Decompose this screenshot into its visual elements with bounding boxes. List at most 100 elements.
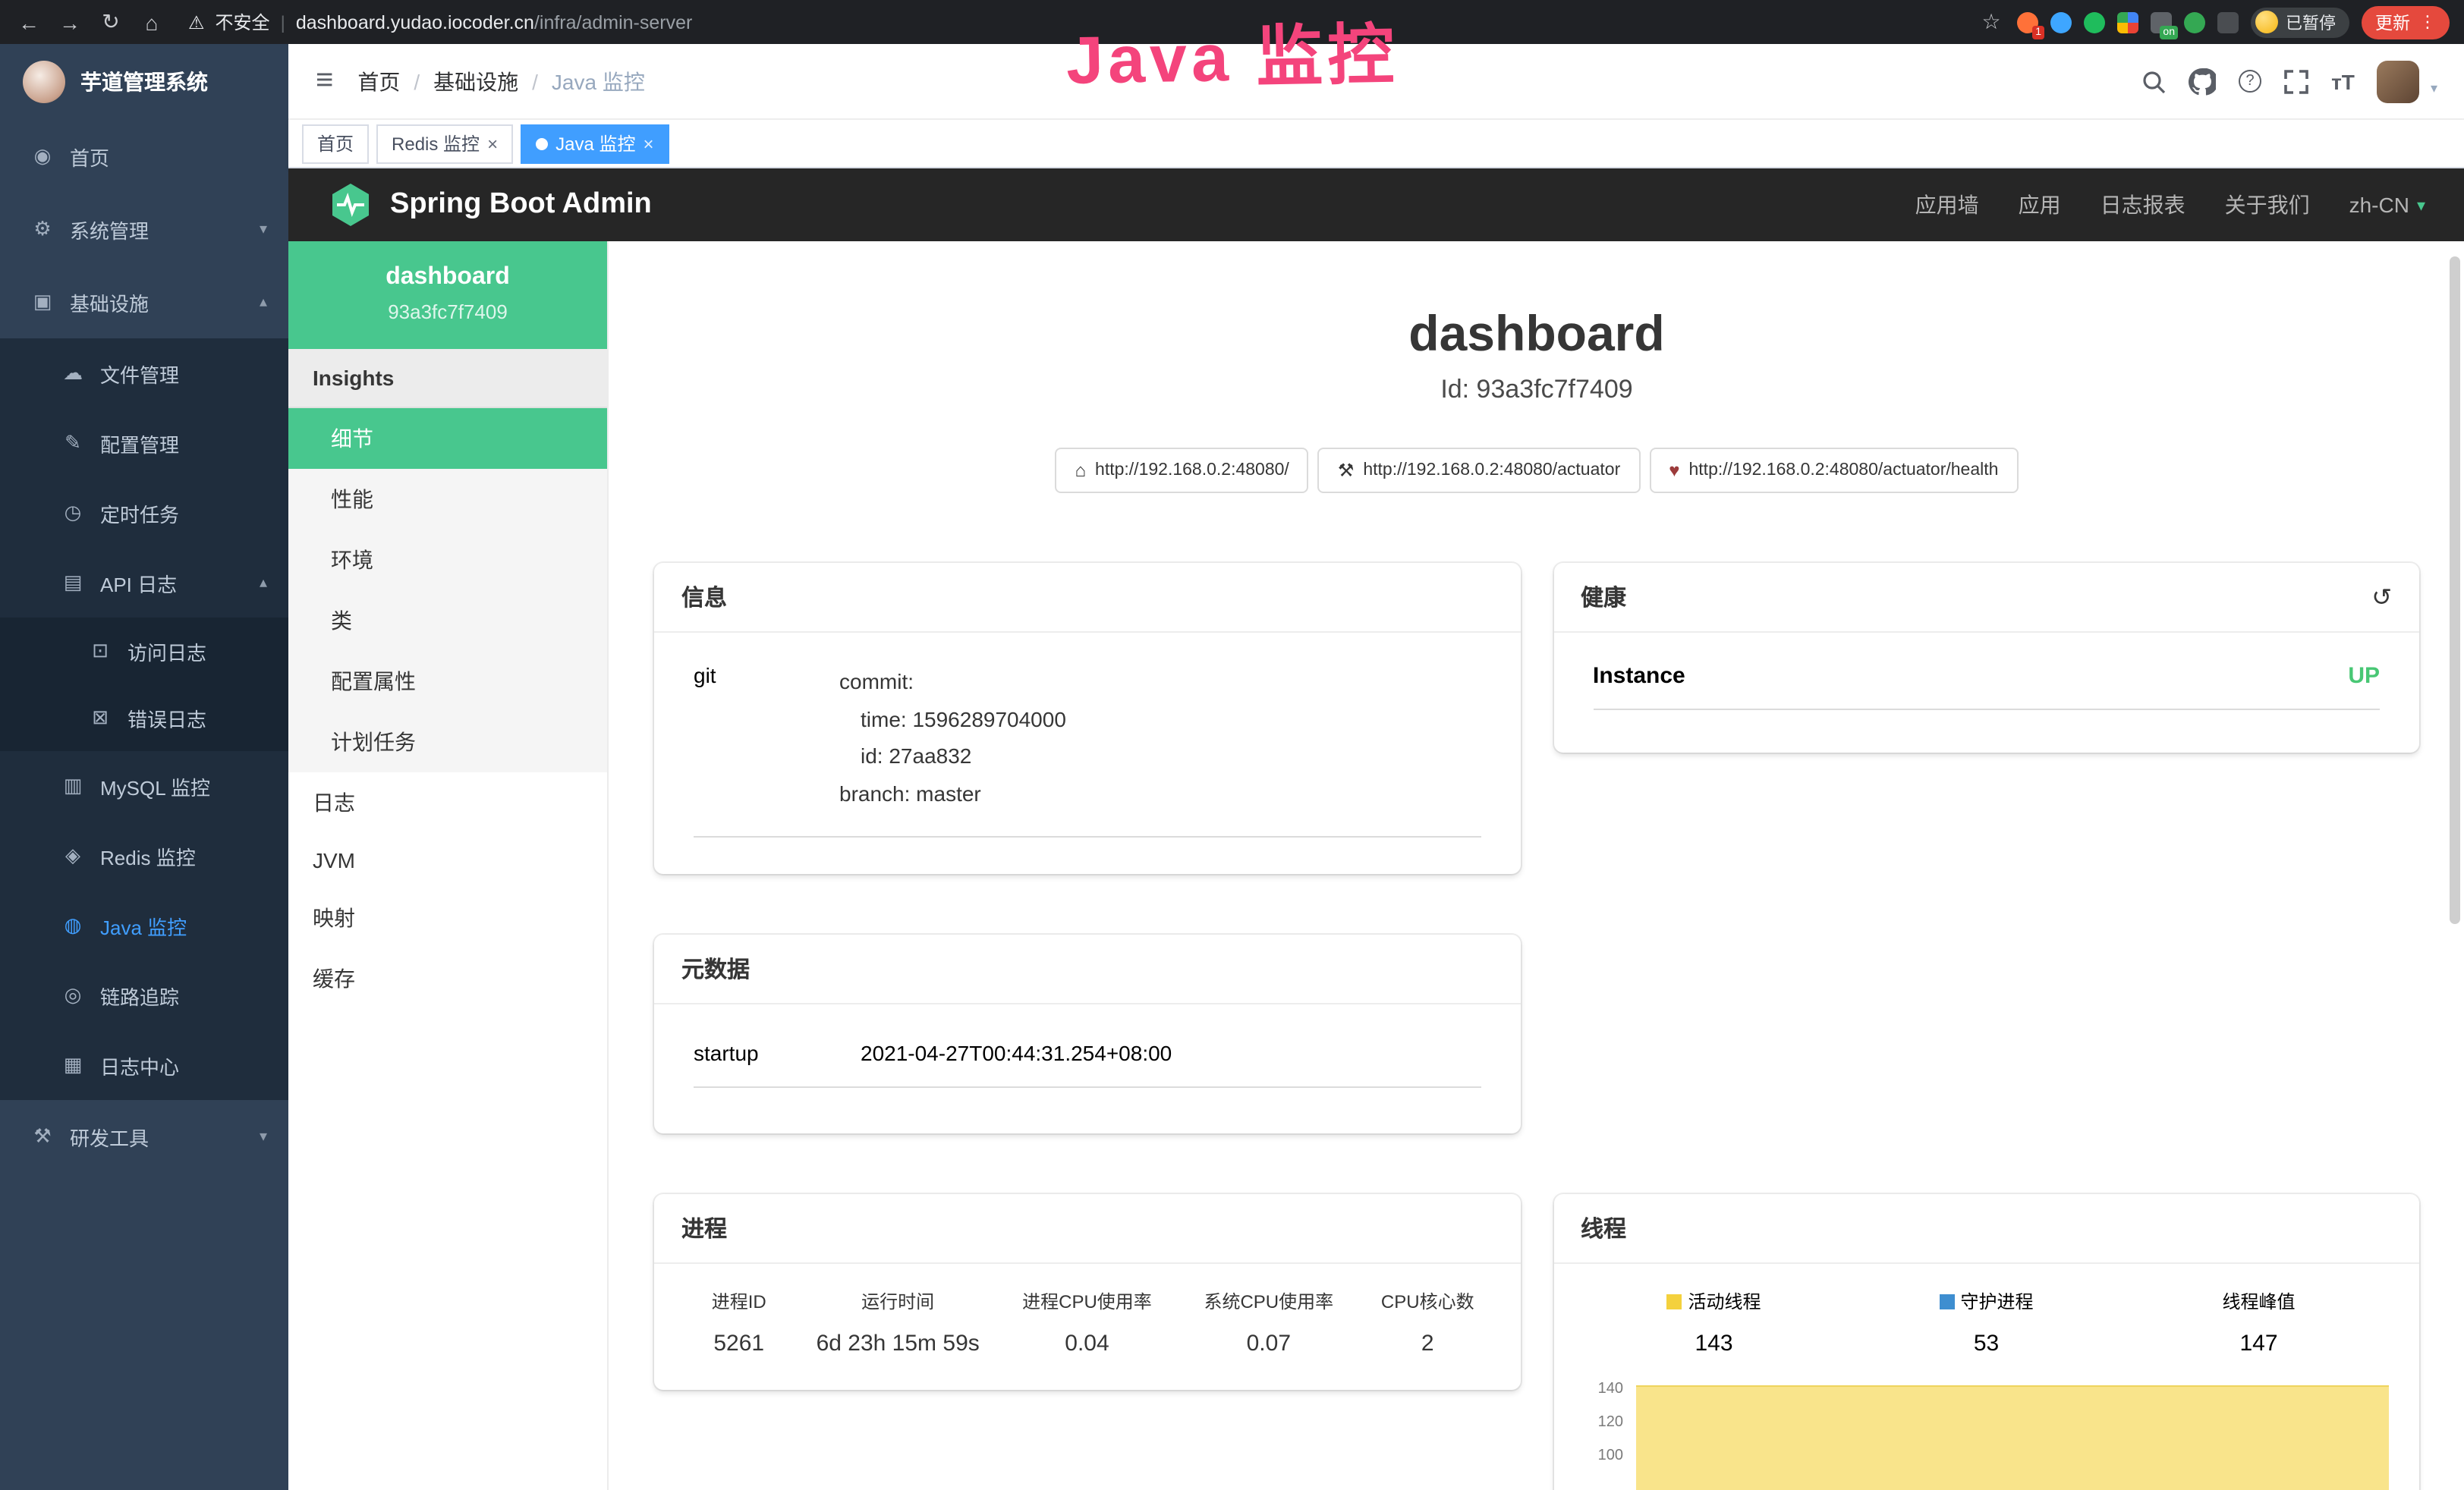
sba-item-metrics[interactable]: 性能: [288, 469, 607, 530]
search-icon[interactable]: [2141, 69, 2166, 93]
gear-icon: ⚙: [30, 217, 55, 241]
info-row-git: git commit: time: 1596289704000 id: 27aa…: [694, 663, 1481, 838]
address-bar[interactable]: ⚠ 不安全 | dashboard.yudao.iocoder.cn/infra…: [188, 9, 1964, 35]
git-commit-line: commit:: [839, 663, 1481, 700]
font-size-icon[interactable]: тT: [2331, 69, 2355, 93]
git-branch-line: branch: master: [839, 775, 1481, 812]
sba-nav-links: 应用墙 应用 日志报表 关于我们 zh-CN ▾: [1915, 190, 2425, 220]
sidebar-item-access-log[interactable]: ⊡ 访问日志: [0, 618, 288, 684]
sidebar-item-error-log[interactable]: ⊠ 错误日志: [0, 684, 288, 751]
url-path: /infra/admin-server: [534, 12, 692, 33]
daemon-threads-value: 53: [1850, 1331, 2123, 1356]
sidebar-item-log-center[interactable]: ▦ 日志中心: [0, 1030, 288, 1100]
browser-menu-icon[interactable]: ⋮: [2419, 12, 2436, 32]
extension-grid-icon[interactable]: [2117, 11, 2138, 33]
chevron-up-icon: ▴: [260, 294, 267, 310]
sba-app-header[interactable]: dashboard 93a3fc7f7409: [288, 241, 607, 349]
tab-home[interactable]: 首页: [302, 124, 369, 163]
reload-icon[interactable]: ↻: [97, 9, 124, 35]
sidebar-item-scheduled-jobs[interactable]: ◷ 定时任务: [0, 478, 288, 548]
sba-item-environment[interactable]: 环境: [288, 530, 607, 590]
user-avatar[interactable]: [2377, 60, 2420, 102]
sba-item-details[interactable]: 细节: [288, 408, 607, 469]
health-row-instance[interactable]: Instance UP: [1593, 663, 2380, 710]
close-icon[interactable]: ×: [487, 133, 498, 154]
sidebar-item-mysql-monitor[interactable]: ▥ MySQL 监控: [0, 751, 288, 821]
sidebar-item-system[interactable]: ⚙ 系统管理 ▾: [0, 193, 288, 266]
tab-java-monitor[interactable]: Java 监控 ×: [521, 124, 669, 163]
sidebar-item-home[interactable]: ◉ 首页: [0, 120, 288, 193]
home-icon[interactable]: ⌂: [138, 10, 165, 34]
sba-brand[interactable]: Spring Boot Admin: [328, 182, 652, 228]
process-headers: 进程ID 运行时间 进程CPU使用率 系统CPU使用率 CPU核心数: [678, 1288, 1496, 1314]
scrollbar[interactable]: [2450, 256, 2460, 924]
extension-leaf-icon[interactable]: [2184, 11, 2205, 33]
language-select[interactable]: zh-CN ▾: [2349, 193, 2425, 217]
extension-switch-icon[interactable]: on: [2151, 11, 2172, 33]
update-button[interactable]: 更新 ⋮: [2362, 5, 2450, 39]
card-title: 线程: [1553, 1194, 2419, 1264]
info-card-title: 信息: [681, 581, 727, 613]
y-tick: 120: [1598, 1414, 1623, 1431]
sba-item-classes[interactable]: 类: [288, 590, 607, 651]
close-icon[interactable]: ×: [643, 133, 653, 154]
sidebar-item-infra[interactable]: ▣ 基础设施 ▴: [0, 266, 288, 338]
sba-item-jvm[interactable]: JVM: [288, 833, 607, 888]
service-url-button[interactable]: ⌂ http://192.168.0.2:48080/: [1056, 448, 1309, 493]
extension-puzzle-icon[interactable]: [2217, 11, 2239, 33]
profile-paused-chip[interactable]: 已暂停: [2251, 7, 2349, 37]
sidebar-item-trace[interactable]: ◎ 链路追踪: [0, 960, 288, 1030]
sba-item-logs[interactable]: 日志: [288, 772, 607, 833]
sidebar-item-file-manage[interactable]: ☁ 文件管理: [0, 338, 288, 408]
sba-navbar: Spring Boot Admin 应用墙 应用 日志报表 关于我们 zh-CN…: [288, 168, 2464, 241]
sidebar-item-api-log[interactable]: ▤ API 日志 ▴: [0, 548, 288, 618]
breadcrumb-infra[interactable]: 基础设施: [433, 66, 518, 96]
sidebar-item-config-manage[interactable]: ✎ 配置管理: [0, 408, 288, 478]
sba-item-caches[interactable]: 缓存: [288, 948, 607, 1009]
redis-icon: ◈: [61, 844, 85, 868]
security-warning-icon: ⚠: [188, 11, 205, 33]
bookmark-star-icon[interactable]: ☆: [1978, 9, 2005, 35]
app-logo[interactable]: 芋道管理系统: [0, 44, 288, 120]
tab-label: Redis 监控: [392, 130, 480, 156]
yellow-swatch-icon: [1666, 1294, 1682, 1309]
sba-item-mappings[interactable]: 映射: [288, 888, 607, 948]
back-icon[interactable]: ←: [15, 10, 42, 34]
error-page-icon: ⊠: [88, 706, 112, 730]
sba-item-scheduled-tasks[interactable]: 计划任务: [288, 712, 607, 772]
hamburger-icon[interactable]: ≡: [316, 64, 333, 99]
process-cpu: 0.04: [996, 1331, 1178, 1356]
health-card-title: 健康: [1581, 581, 1626, 613]
fullscreen-icon[interactable]: [2284, 69, 2308, 93]
help-icon[interactable]: ?: [2239, 70, 2261, 93]
history-icon[interactable]: ↺: [2371, 582, 2392, 612]
forward-icon[interactable]: →: [56, 10, 83, 34]
question-mark: ?: [2239, 70, 2261, 93]
breadcrumb-home[interactable]: 首页: [357, 66, 400, 96]
sba-nav-journal[interactable]: 日志报表: [2101, 190, 2186, 220]
legend-peak-threads: 线程峰值: [2123, 1288, 2395, 1314]
metadata-row-startup: startup 2021-04-27T00:44:31.254+08:00: [694, 1041, 1481, 1088]
sidebar-item-java-monitor[interactable]: ◍ Java 监控: [0, 891, 288, 960]
sidebar-item-redis-monitor[interactable]: ◈ Redis 监控: [0, 821, 288, 891]
app-title: 芋道管理系统: [80, 67, 208, 97]
extension-drop-icon[interactable]: [2050, 11, 2072, 33]
extension-fox-icon[interactable]: 1: [2017, 11, 2038, 33]
sba-nav-wallboard[interactable]: 应用墙: [1915, 190, 1979, 220]
health-url-button[interactable]: ♥ http://192.168.0.2:48080/actuator/heal…: [1649, 448, 2018, 493]
chevron-down-icon: ▾: [260, 1128, 267, 1145]
sba-nav-about[interactable]: 关于我们: [2225, 190, 2310, 220]
github-icon[interactable]: [2189, 68, 2216, 95]
page-url: dashboard.yudao.iocoder.cn/infra/admin-s…: [296, 11, 693, 33]
sba-item-config-props[interactable]: 配置属性: [288, 651, 607, 712]
sidebar-item-devtools[interactable]: ⚒ 研发工具 ▾: [0, 1100, 288, 1173]
threads-card: 线程 活动线程 守护进程 线程峰值 143 53: [1553, 1194, 2419, 1490]
logo-avatar: [23, 61, 65, 103]
extension-green-circle-icon[interactable]: [2084, 11, 2105, 33]
tab-redis-monitor[interactable]: Redis 监控 ×: [376, 124, 513, 163]
active-threads-area: [1635, 1385, 2389, 1490]
paused-label: 已暂停: [2286, 10, 2336, 34]
actuator-url-button[interactable]: ⚒ http://192.168.0.2:48080/actuator: [1318, 448, 1640, 493]
threads-legend: 活动线程 守护进程 线程峰值: [1578, 1288, 2395, 1314]
sba-nav-applications[interactable]: 应用: [2019, 190, 2061, 220]
